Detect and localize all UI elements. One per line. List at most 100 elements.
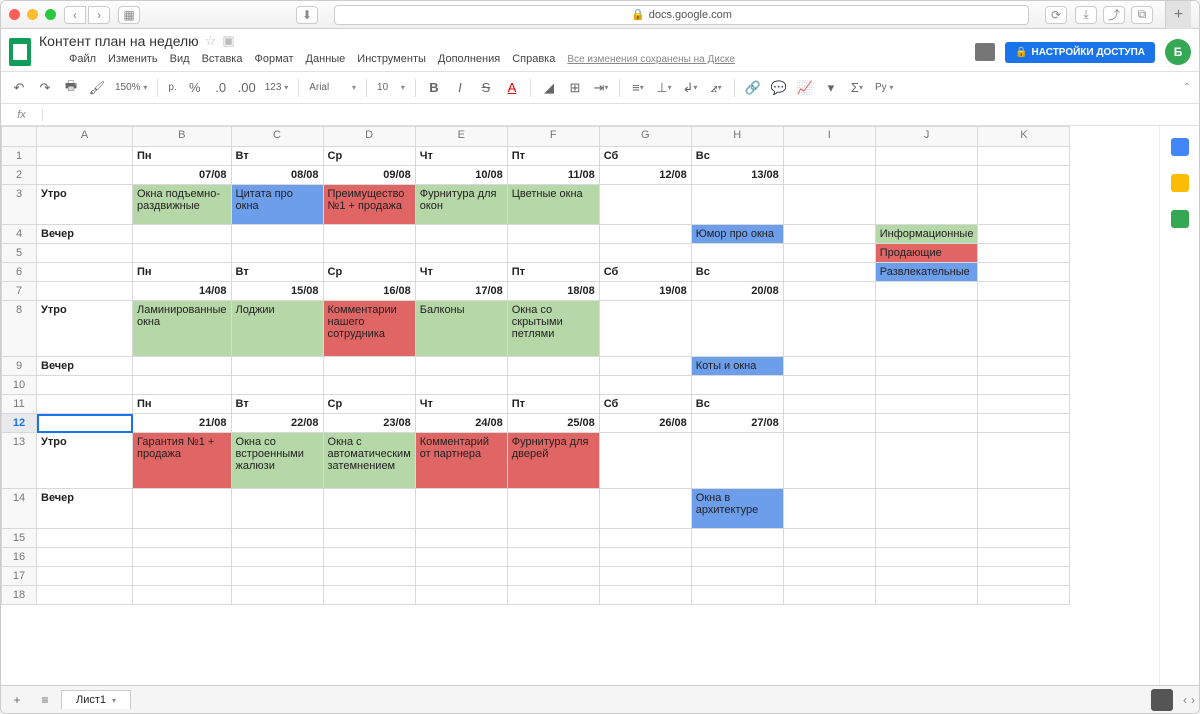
cell[interactable]: Пт — [507, 263, 599, 282]
keep-icon[interactable] — [1171, 174, 1189, 192]
cell[interactable]: Вечер — [37, 357, 133, 376]
cell[interactable] — [978, 586, 1070, 605]
row-header[interactable]: 18 — [2, 586, 37, 605]
scroll-left-icon[interactable]: ‹ — [1183, 693, 1187, 707]
cell[interactable] — [323, 586, 415, 605]
cell[interactable] — [323, 225, 415, 244]
cell[interactable] — [37, 166, 133, 185]
cell[interactable] — [37, 263, 133, 282]
cell[interactable] — [133, 225, 232, 244]
minimize-icon[interactable] — [27, 9, 38, 20]
cell[interactable]: Сб — [599, 395, 691, 414]
cell[interactable] — [37, 244, 133, 263]
cell[interactable] — [231, 357, 323, 376]
cell[interactable] — [978, 282, 1070, 301]
cell[interactable] — [978, 263, 1070, 282]
cell[interactable]: Вт — [231, 147, 323, 166]
comments-icon[interactable] — [975, 43, 995, 61]
cell[interactable] — [323, 376, 415, 395]
paint-format-icon[interactable]: 🖌 — [89, 80, 105, 96]
menu-item[interactable]: Файл — [69, 53, 96, 65]
cell[interactable] — [231, 489, 323, 529]
row-header[interactable]: 8 — [2, 301, 37, 357]
new-tab-icon[interactable]: + — [1165, 1, 1191, 29]
cell[interactable] — [507, 376, 599, 395]
cell[interactable] — [783, 147, 875, 166]
cell[interactable]: 13/08 — [691, 166, 783, 185]
cell[interactable] — [133, 548, 232, 567]
cell[interactable] — [783, 244, 875, 263]
cell[interactable] — [231, 225, 323, 244]
cell[interactable] — [691, 376, 783, 395]
cell[interactable]: Лоджии — [231, 301, 323, 357]
cell[interactable] — [783, 586, 875, 605]
row-header[interactable]: 14 — [2, 489, 37, 529]
row-header[interactable]: 3 — [2, 185, 37, 225]
row-header[interactable]: 15 — [2, 529, 37, 548]
share-icon[interactable]: ⤴ — [1103, 6, 1125, 24]
cell[interactable] — [783, 529, 875, 548]
cell[interactable] — [599, 185, 691, 225]
cell[interactable]: 17/08 — [415, 282, 507, 301]
cell[interactable] — [978, 225, 1070, 244]
cell[interactable] — [783, 433, 875, 489]
cell[interactable] — [599, 225, 691, 244]
cell[interactable] — [978, 244, 1070, 263]
star-icon[interactable]: ☆ — [205, 33, 217, 49]
cell[interactable] — [783, 548, 875, 567]
functions-icon[interactable]: Σ▾ — [849, 80, 865, 96]
cell[interactable] — [978, 567, 1070, 586]
row-header[interactable]: 11 — [2, 395, 37, 414]
cell[interactable]: Гарантия №1 + продажа — [133, 433, 232, 489]
cell[interactable]: Преимущество №1 + продажа — [323, 185, 415, 225]
italic-icon[interactable]: I — [452, 80, 468, 96]
cell[interactable] — [875, 147, 978, 166]
cell[interactable] — [783, 282, 875, 301]
cell[interactable]: Утро — [37, 301, 133, 357]
cell[interactable]: 11/08 — [507, 166, 599, 185]
tabs-icon[interactable]: ⧉ — [1131, 6, 1153, 24]
cell[interactable] — [783, 414, 875, 433]
cell[interactable]: Ламинированные окна — [133, 301, 232, 357]
cell[interactable] — [978, 433, 1070, 489]
cell[interactable]: Пн — [133, 395, 232, 414]
col-header[interactable]: E — [415, 127, 507, 147]
url-bar[interactable]: 🔒 docs.google.com — [334, 5, 1029, 25]
cell[interactable] — [231, 567, 323, 586]
cell[interactable] — [783, 376, 875, 395]
row-header[interactable]: 9 — [2, 357, 37, 376]
sheets-logo-icon[interactable] — [9, 38, 31, 66]
cell[interactable] — [978, 395, 1070, 414]
percent-icon[interactable]: % — [187, 80, 203, 96]
cell[interactable] — [783, 567, 875, 586]
cell[interactable] — [978, 548, 1070, 567]
cell[interactable] — [133, 357, 232, 376]
cell[interactable] — [599, 244, 691, 263]
decimal-inc-icon[interactable]: .00 — [239, 80, 255, 96]
cell[interactable]: Коты и окна — [691, 357, 783, 376]
merge-icon[interactable]: ⇥▾ — [593, 80, 609, 96]
cell[interactable]: 27/08 — [691, 414, 783, 433]
add-sheet-icon[interactable]: + — [5, 690, 29, 710]
cell[interactable] — [599, 301, 691, 357]
cell[interactable] — [323, 529, 415, 548]
cell[interactable]: Вечер — [37, 225, 133, 244]
cell[interactable]: Сб — [599, 147, 691, 166]
cell[interactable] — [783, 166, 875, 185]
row-header[interactable]: 4 — [2, 225, 37, 244]
cell[interactable] — [978, 301, 1070, 357]
cell[interactable]: Юмор про окна — [691, 225, 783, 244]
row-header[interactable]: 5 — [2, 244, 37, 263]
cell[interactable] — [231, 548, 323, 567]
save-status[interactable]: Все изменения сохранены на Диске — [567, 54, 735, 65]
print-icon[interactable]: 🖶 — [63, 80, 79, 96]
cell[interactable] — [599, 376, 691, 395]
cell[interactable] — [37, 376, 133, 395]
zoom-select[interactable]: 150% ▾ — [115, 82, 147, 93]
cell[interactable]: Ср — [323, 147, 415, 166]
cell[interactable]: 19/08 — [599, 282, 691, 301]
cell[interactable] — [875, 489, 978, 529]
cell[interactable] — [133, 529, 232, 548]
cell[interactable] — [507, 567, 599, 586]
cell[interactable]: 24/08 — [415, 414, 507, 433]
